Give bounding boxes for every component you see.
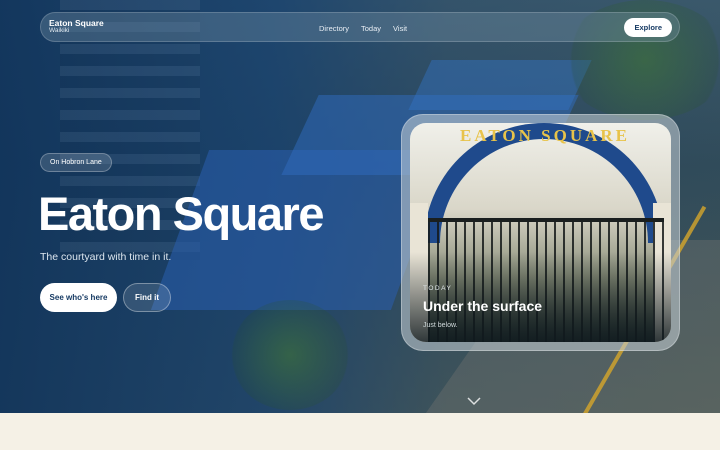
- card-title: Under the surface: [423, 298, 543, 314]
- brand-subtitle: Waikiki: [49, 27, 70, 35]
- top-navigation: Eaton Square Waikiki Directory Today Vis…: [40, 12, 680, 42]
- hero-title: Eaton Square: [38, 187, 324, 240]
- card-photo: EATON SQUARE Today Under the surface Jus…: [410, 123, 671, 342]
- nav-link-today[interactable]: Today: [361, 24, 381, 33]
- next-section: [0, 413, 720, 450]
- nav-link-visit[interactable]: Visit: [393, 24, 407, 33]
- chevron-down-icon[interactable]: [467, 396, 481, 406]
- see-whos-here-button[interactable]: See who's here: [40, 283, 117, 312]
- find-it-button[interactable]: Find it: [123, 283, 171, 312]
- card-eyebrow: Today: [423, 285, 453, 292]
- arch-sign-text: EATON SQUARE: [460, 126, 630, 145]
- feature-card[interactable]: EATON SQUARE Today Under the surface Jus…: [401, 114, 680, 351]
- nav-links: Directory Today Visit: [319, 13, 407, 43]
- location-pill: On Hobron Lane: [40, 153, 112, 172]
- hero-subtitle: The courtyard with time in it.: [40, 251, 172, 263]
- background-tree: [230, 300, 350, 410]
- explore-button[interactable]: Explore: [624, 18, 672, 37]
- nav-link-directory[interactable]: Directory: [319, 24, 349, 33]
- hero-section: Eaton Square Waikiki Directory Today Vis…: [0, 0, 720, 413]
- brand-logo[interactable]: Eaton Square Waikiki: [49, 19, 104, 35]
- card-subtitle: Just below.: [423, 322, 458, 329]
